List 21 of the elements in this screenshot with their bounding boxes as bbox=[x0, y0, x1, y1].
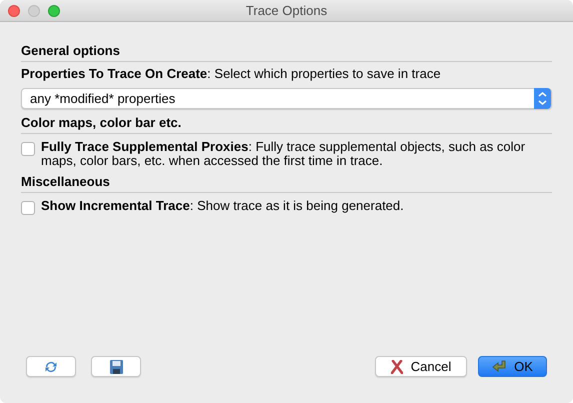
dropdown-arrows-icon bbox=[534, 88, 551, 109]
section-heading: Color maps, color bar etc. bbox=[21, 115, 182, 131]
ok-button[interactable]: OK bbox=[478, 356, 547, 377]
cancel-button[interactable]: Cancel bbox=[375, 356, 467, 377]
zoom-button[interactable] bbox=[48, 4, 60, 16]
refresh-icon bbox=[44, 360, 58, 374]
close-button[interactable] bbox=[8, 4, 20, 16]
checkbox-label: Show Incremental Trace: Show trace as it is being generated. bbox=[41, 197, 404, 213]
checkbox-label: Fully Trace Supplemental Proxies: Fully trace supplemental objects, such as color maps, color bars, etc. when accessed the first time in trace. bbox=[41, 138, 526, 168]
section-heading: Miscellaneous bbox=[21, 174, 111, 190]
field-label: Properties To Trace On Create: Select which properties to save in trace bbox=[21, 66, 442, 82]
checkbox[interactable] bbox=[21, 142, 35, 156]
properties-dropdown[interactable]: any *modified* properties bbox=[21, 88, 552, 109]
minimize-button[interactable] bbox=[28, 4, 40, 16]
x-icon bbox=[390, 360, 403, 374]
checkbox[interactable] bbox=[21, 201, 35, 215]
section-heading: General options bbox=[21, 43, 121, 59]
save-button[interactable] bbox=[91, 356, 141, 377]
enter-arrow-icon bbox=[492, 360, 508, 373]
refresh-button[interactable] bbox=[26, 356, 76, 377]
window-title: Trace Options bbox=[246, 2, 328, 20]
